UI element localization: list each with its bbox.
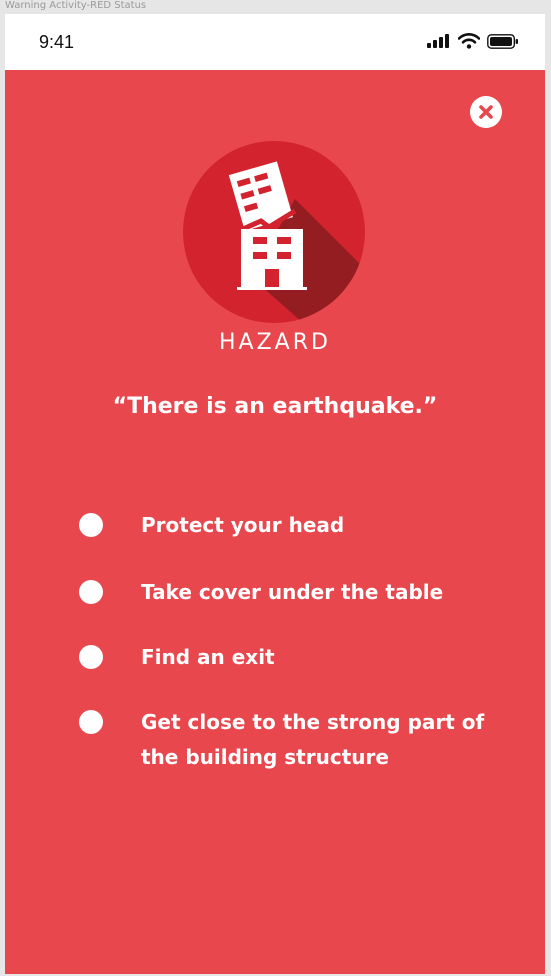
instruction-text: Get close to the strong part of the buil… <box>141 710 485 769</box>
wifi-icon <box>458 33 480 49</box>
close-icon <box>479 105 493 119</box>
instruction-item: Find an exit <box>79 640 519 675</box>
status-time: 9:41 <box>39 32 75 52</box>
instruction-list: Protect your head Take cover under the t… <box>79 508 519 807</box>
instruction-item: Take cover under the table <box>79 575 519 610</box>
instruction-item: Protect your head <box>79 508 519 543</box>
cellular-signal-icon <box>427 34 449 48</box>
frame-title: Warning Activity-RED Status <box>5 0 147 11</box>
instruction-text: Protect your head <box>141 513 345 537</box>
battery-icon <box>487 33 518 49</box>
alert-message: “There is an earthquake.” <box>112 394 438 419</box>
instruction-text: Find an exit <box>141 645 275 669</box>
instruction-text: Take cover under the table <box>141 580 444 604</box>
bullet-icon <box>79 580 103 604</box>
instruction-item: Get close to the strong part of the buil… <box>79 705 519 775</box>
bullet-icon <box>79 513 103 537</box>
alert-category: HAZARD <box>219 330 331 355</box>
status-bar: 9:41 <box>5 14 545 70</box>
bullet-icon <box>79 710 103 734</box>
collapsing-building-icon <box>183 141 365 323</box>
phone-screen: 9:41 HAZARD “There is an earthquake.” Pr… <box>5 14 545 974</box>
close-button[interactable] <box>470 96 502 128</box>
status-icons <box>427 33 519 49</box>
bullet-icon <box>79 645 103 669</box>
